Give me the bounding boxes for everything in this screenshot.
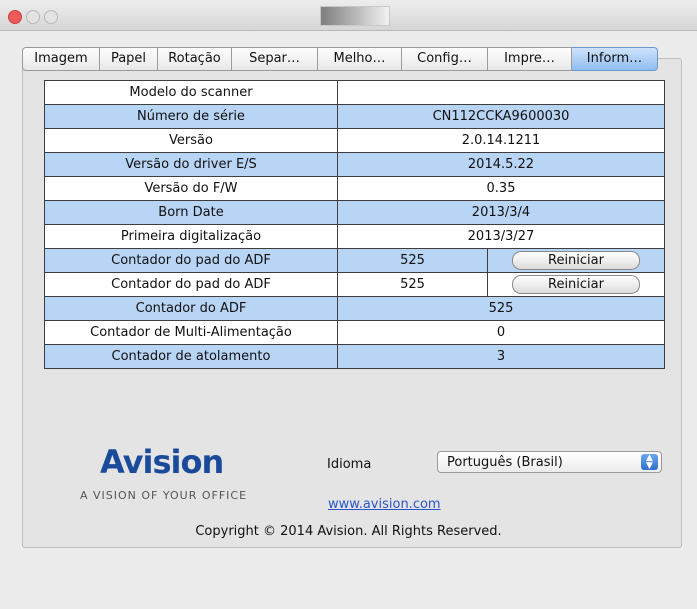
table-row: Born Date 2013/3/4	[44, 200, 665, 225]
info-label: Versão	[44, 128, 338, 153]
table-row: Contador do pad do ADF 525 Reiniciar	[44, 272, 665, 297]
table-row: Modelo do scanner	[44, 80, 665, 105]
info-value: 0	[337, 320, 665, 345]
info-label: Born Date	[44, 200, 338, 225]
tab-configuracao[interactable]: Config…	[402, 47, 488, 71]
up-down-chevron-icon: ▲ ▼	[641, 454, 658, 471]
table-row: Contador do ADF 525	[44, 296, 665, 321]
info-label: Contador do pad do ADF	[44, 272, 338, 297]
tab-impressora[interactable]: Impre…	[488, 47, 572, 71]
info-value: 525	[337, 248, 488, 273]
info-value: 3	[337, 344, 665, 369]
tab-separacao[interactable]: Separ…	[232, 47, 318, 71]
table-row: Versão 2.0.14.1211	[44, 128, 665, 153]
avision-logo: Avision	[100, 443, 224, 481]
table-row: Primeira digitalização 2013/3/27	[44, 224, 665, 249]
tab-informacao[interactable]: Inform…	[572, 47, 658, 71]
scanner-info-table: Modelo do scanner Número de série CN112C…	[44, 80, 665, 369]
info-value: 2.0.14.1211	[337, 128, 665, 153]
tab-bar: Imagem Papel Rotação Separ… Melho… Confi…	[22, 47, 682, 71]
info-label: Contador do ADF	[44, 296, 338, 321]
table-row: Contador de atolamento 3	[44, 344, 665, 369]
tab-papel[interactable]: Papel	[100, 47, 158, 71]
tab-imagem[interactable]: Imagem	[22, 47, 100, 71]
brand-tagline: A VISION OF YOUR OFFICE	[80, 489, 248, 502]
info-label: Contador do pad do ADF	[44, 248, 338, 273]
info-label: Versão do driver E/S	[44, 152, 338, 177]
info-value: CN112CCKA9600030	[337, 104, 665, 129]
info-value	[337, 80, 665, 105]
info-label: Primeira digitalização	[44, 224, 338, 249]
info-label: Modelo do scanner	[44, 80, 338, 105]
info-value: 2013/3/27	[337, 224, 665, 249]
info-label: Contador de atolamento	[44, 344, 338, 369]
copyright-text: Copyright © 2014 Avision. All Rights Res…	[195, 524, 502, 539]
info-value: 525	[337, 296, 665, 321]
info-label: Versão do F/W	[44, 176, 338, 201]
table-row: Versão do F/W 0.35	[44, 176, 665, 201]
reset-pad-counter-button[interactable]: Reiniciar	[512, 251, 640, 270]
table-row: Número de série CN112CCKA9600030	[44, 104, 665, 129]
table-row: Contador do pad do ADF 525 Reiniciar	[44, 248, 665, 273]
info-value: 2014.5.22	[337, 152, 665, 177]
language-select[interactable]: Português (Brasil) ▲ ▼	[437, 451, 662, 473]
info-label: Número de série	[44, 104, 338, 129]
table-row: Contador de Multi-Alimentação 0	[44, 320, 665, 345]
maximize-icon[interactable]	[44, 10, 58, 24]
tab-melhoria[interactable]: Melho…	[318, 47, 402, 71]
window-titlebar	[0, 0, 697, 31]
minimize-icon[interactable]	[26, 10, 40, 24]
info-value: 525	[337, 272, 488, 297]
reset-cell: Reiniciar	[487, 272, 665, 297]
language-label: Idioma	[327, 457, 372, 472]
close-icon[interactable]	[8, 10, 22, 24]
table-row: Versão do driver E/S 2014.5.22	[44, 152, 665, 177]
website-link[interactable]: www.avision.com	[328, 497, 441, 512]
info-value: 2013/3/4	[337, 200, 665, 225]
reset-pad-counter-button-2[interactable]: Reiniciar	[512, 275, 640, 294]
tab-rotacao[interactable]: Rotação	[158, 47, 232, 71]
language-selected-value: Português (Brasil)	[447, 455, 563, 470]
info-label: Contador de Multi-Alimentação	[44, 320, 338, 345]
window-title-icon	[320, 6, 390, 26]
info-value: 0.35	[337, 176, 665, 201]
reset-cell: Reiniciar	[487, 248, 665, 273]
